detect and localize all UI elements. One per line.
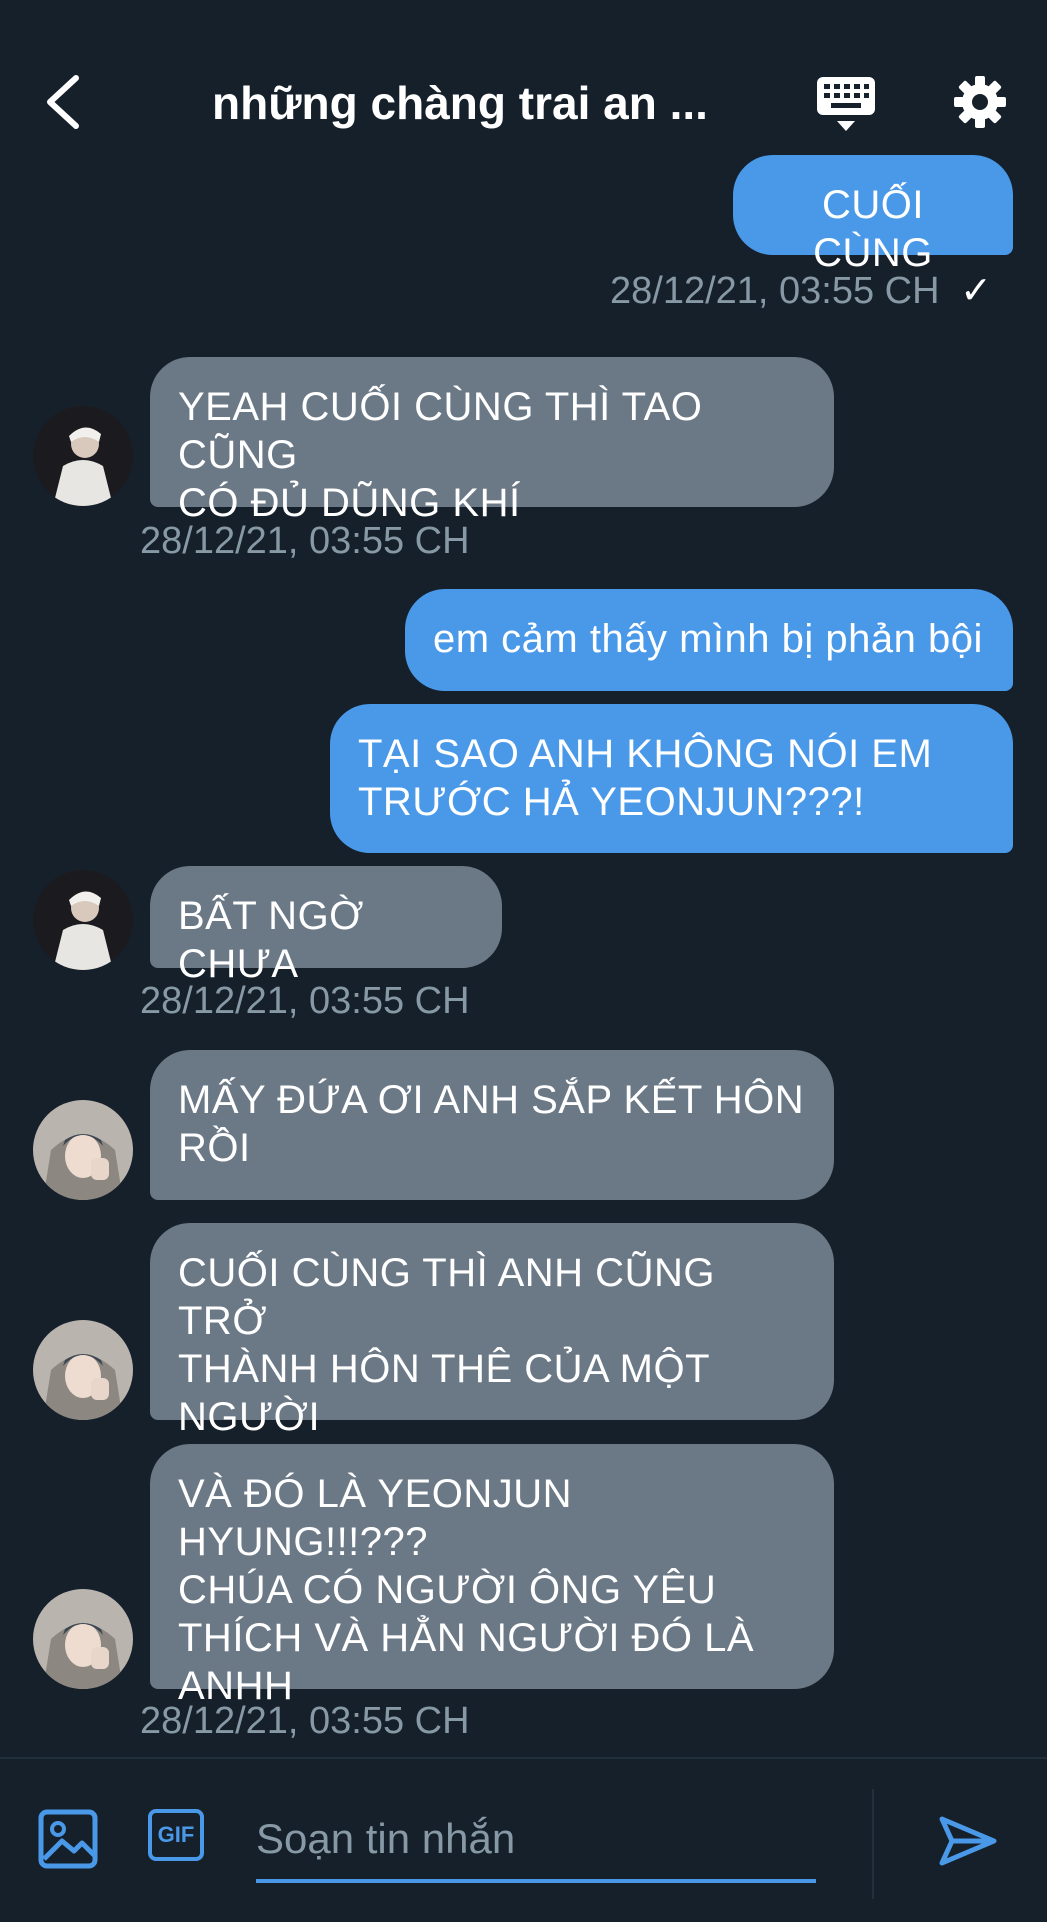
- composer-divider: [872, 1789, 874, 1899]
- message-composer: GIF Soạn tin nhắn: [0, 1757, 1047, 1922]
- message-bubble-incoming[interactable]: VÀ ĐÓ LÀ YEONJUN HYUNG!!!??? CHÚA CÓ NGƯ…: [150, 1444, 834, 1708]
- gif-button[interactable]: GIF: [148, 1809, 204, 1861]
- avatar[interactable]: [33, 1589, 133, 1689]
- conversation-header: những chàng trai an ...: [0, 0, 1047, 180]
- read-check-icon: ✓: [960, 270, 992, 312]
- message-bubble-incoming[interactable]: CUỐI CÙNG THÌ ANH CŨNG TRỞ THÀNH HÔN THÊ…: [150, 1223, 834, 1439]
- message-bubble-incoming[interactable]: BẤT NGỜ CHƯA: [150, 866, 502, 986]
- avatar[interactable]: [33, 1320, 133, 1420]
- back-button[interactable]: [40, 72, 88, 132]
- message-timestamp: 28/12/21, 03:55 CH: [140, 980, 470, 1022]
- conversation-title[interactable]: những chàng trai an ...: [190, 76, 730, 130]
- avatar[interactable]: [33, 870, 133, 970]
- avatar[interactable]: [33, 1100, 133, 1200]
- keyboard-icon[interactable]: [815, 75, 877, 135]
- gear-icon[interactable]: [952, 74, 1008, 130]
- message-bubble-outgoing[interactable]: CUỐI CÙNG: [733, 155, 1013, 275]
- message-bubble-outgoing[interactable]: TẠI SAO ANH KHÔNG NÓI EM TRƯỚC HẢ YEONJU…: [330, 704, 1013, 853]
- image-icon[interactable]: [38, 1809, 98, 1869]
- message-timestamp: 28/12/21, 03:55 CH ✓: [610, 270, 992, 312]
- message-timestamp: 28/12/21, 03:55 CH: [140, 1700, 470, 1742]
- message-timestamp: 28/12/21, 03:55 CH: [140, 520, 470, 562]
- message-input[interactable]: Soạn tin nhắn: [256, 1799, 816, 1883]
- message-bubble-incoming[interactable]: YEAH CUỐI CÙNG THÌ TAO CŨNG CÓ ĐỦ DŨNG K…: [150, 357, 834, 525]
- message-bubble-incoming[interactable]: MẤY ĐỨA ƠI ANH SẮP KẾT HÔN RỒI: [150, 1050, 834, 1200]
- message-bubble-outgoing[interactable]: em cảm thấy mình bị phản bội: [405, 589, 1013, 691]
- avatar[interactable]: [33, 406, 133, 506]
- send-icon[interactable]: [938, 1811, 998, 1871]
